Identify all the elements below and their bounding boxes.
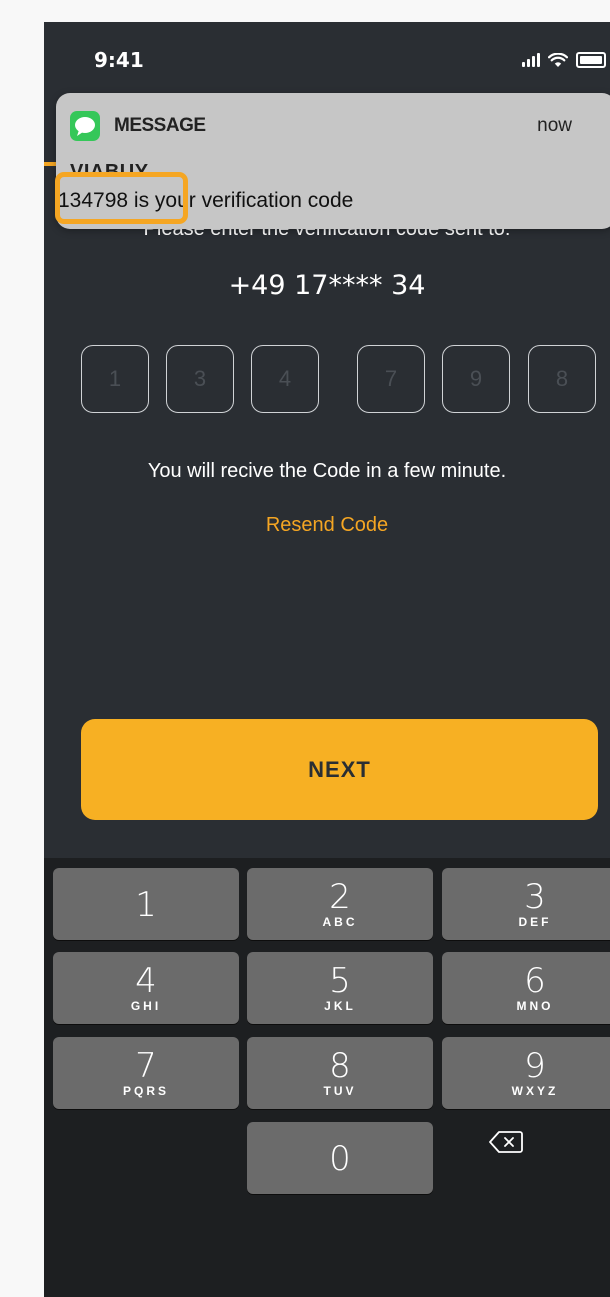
key-digit: 0 (329, 1139, 351, 1179)
key-digit: 1 (135, 885, 157, 925)
key-letters: WXYZ (511, 1084, 559, 1098)
code-input-5[interactable]: 9 (442, 345, 510, 413)
key-9[interactable]: 9 WXYZ (442, 1037, 610, 1109)
notification-sender: VIABUY (70, 161, 149, 173)
key-8[interactable]: 8 TUV (247, 1037, 433, 1109)
key-digit: 5 (329, 961, 351, 1001)
numeric-keyboard: 1 2 ABC 3 DEF 4 GHI 5 JKL 6 MNO 7 PQRS 8 TUV 9W… (44, 858, 610, 1297)
key-letters: ABC (322, 915, 358, 929)
key-letters: PQRS (122, 1084, 169, 1098)
key-4[interactable]: 4 GHI (53, 952, 239, 1024)
battery-icon (576, 52, 606, 68)
key-1[interactable]: 1 (53, 868, 239, 940)
key-5[interactable]: 5 JKL (247, 952, 433, 1024)
backspace-icon[interactable] (476, 1122, 536, 1162)
key-2[interactable]: 2 ABC (247, 868, 433, 940)
key-digit: 2 (329, 877, 351, 917)
key-7[interactable]: 7 PQRS (53, 1037, 239, 1109)
key-digit: 6 (524, 961, 546, 1001)
key-digit: 4 (135, 961, 157, 1001)
key-digit: 7 (135, 1046, 157, 1086)
notification-time: now (537, 115, 572, 136)
signal-bars-icon (522, 52, 540, 67)
key-letters: GHI (130, 999, 162, 1013)
status-icons (522, 52, 606, 68)
next-button[interactable]: NEXT (81, 719, 598, 820)
key-6[interactable]: 6 MNO (442, 952, 610, 1024)
status-bar: 9:41 (44, 22, 610, 88)
code-input-6[interactable]: 8 (528, 345, 596, 413)
wifi-icon (548, 52, 568, 67)
resend-code-link[interactable]: Resend Code (44, 514, 610, 537)
status-time: 9:41 (94, 48, 144, 72)
code-input-4[interactable]: 7 (357, 345, 425, 413)
key-letters: TUV (323, 1084, 357, 1098)
key-digit: 3 (524, 877, 546, 917)
message-bubble-icon (70, 111, 100, 141)
key-letters: JKL (324, 999, 356, 1013)
key-letters: MNO (516, 999, 554, 1013)
code-highlight-box (55, 172, 188, 224)
phone-number: +49 17**** 34 (228, 270, 426, 301)
code-hint: You will recive the Code in a few minute… (147, 460, 507, 482)
key-digit: 8 (329, 1046, 351, 1086)
code-input-2[interactable]: 3 (166, 345, 234, 413)
key-digit: 9 (524, 1046, 546, 1086)
key-letters: DEF (518, 915, 552, 929)
key-3[interactable]: 3 DEF (442, 868, 610, 940)
code-input-1[interactable]: 1 (81, 345, 149, 413)
notification-app-name: MESSAGE (114, 115, 206, 136)
code-input-3[interactable]: 4 (251, 345, 319, 413)
key-0[interactable]: 0 (247, 1122, 433, 1194)
